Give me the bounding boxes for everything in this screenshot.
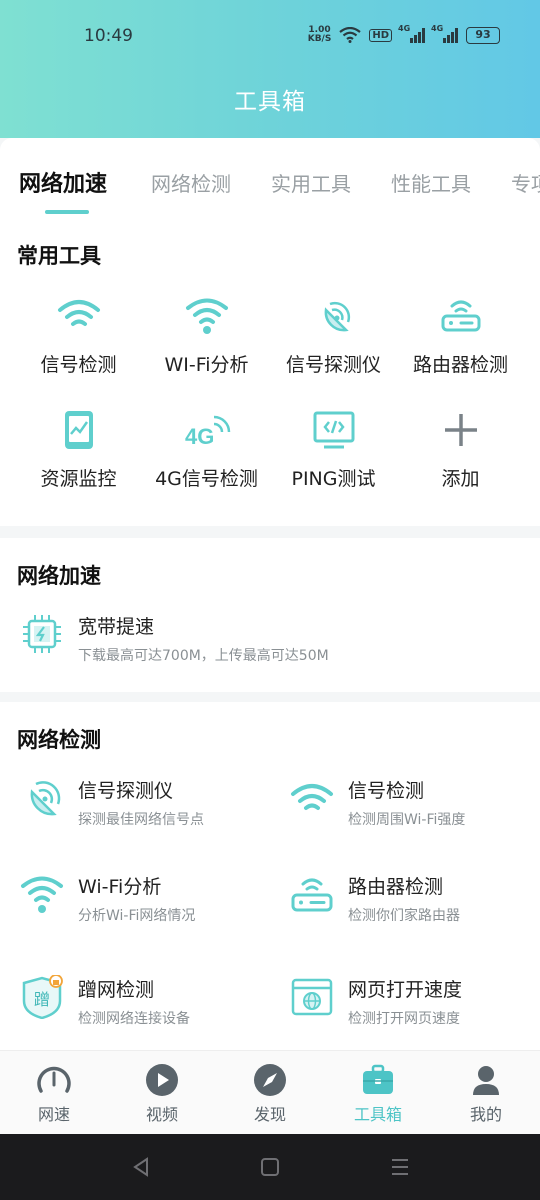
network-speed: 1.00 KB/S — [307, 25, 332, 44]
signal-1-icon: 4G — [398, 24, 425, 43]
toolbox-icon — [363, 1064, 393, 1094]
tool-label: 添加 — [441, 468, 480, 490]
category-tabs: 网络加速 网络检测 实用工具 性能工具 专项 — [0, 138, 540, 224]
tool-label: 4G信号检测 — [155, 468, 258, 490]
tool-resource-monitor[interactable]: 资源监控 — [11, 410, 146, 491]
tab-performance-tools[interactable]: 性能工具 — [391, 168, 471, 197]
section-title-common-tools: 常用工具 — [17, 244, 101, 268]
freeloader-shield-icon: 蹭 — [22, 975, 63, 1019]
user-icon — [473, 1066, 499, 1095]
nav-speed[interactable]: 网速 — [0, 1063, 108, 1125]
tool-4g-signal[interactable]: 4G 4G信号检测 — [139, 410, 274, 491]
router-icon — [441, 300, 480, 332]
speedometer-icon — [37, 1066, 71, 1093]
section-title-acceleration: 网络加速 — [17, 564, 101, 588]
item-subtitle: 检测你们家路由器 — [348, 908, 460, 924]
tool-add[interactable]: 添加 — [393, 410, 528, 491]
code-monitor-icon — [313, 411, 354, 449]
item-title: 信号探测仪 — [78, 780, 174, 802]
common-tools-card: 常用工具 信号检测 WI-Fi分析 信号探测仪 路由器检测 资源监控 4G 4G… — [0, 224, 540, 526]
broadband-boost-item[interactable]: 宽带提速 下载最高可达700M，上传最高可达50M — [20, 612, 329, 665]
item-title: 蹭网检测 — [78, 979, 155, 1001]
acceleration-card: 网络加速 宽带提速 下载最高可达700M，上传最高可达50M — [0, 538, 540, 692]
tool-ping-test[interactable]: PING测试 — [266, 410, 401, 491]
tool-label: WI-Fi分析 — [164, 354, 249, 376]
wifi-icon — [291, 784, 333, 810]
item-subtitle: 下载最高可达700M，上传最高可达50M — [78, 648, 329, 664]
item-subtitle: 检测周围Wi-Fi强度 — [348, 812, 466, 828]
item-title: Wi-Fi分析 — [78, 876, 162, 898]
back-icon[interactable] — [130, 1156, 152, 1178]
hd-badge: HD — [369, 28, 392, 42]
svg-text:4G: 4G — [185, 424, 214, 449]
tool-router-detect[interactable]: 路由器检测 — [393, 296, 528, 377]
system-navigation-bar — [0, 1134, 540, 1200]
play-icon — [146, 1064, 178, 1096]
wifi-status-icon — [339, 27, 362, 43]
detection-card: 网络检测 信号探测仪 探测最佳网络信号点 信号检测 检测周围Wi-Fi强度 Wi… — [0, 702, 540, 1050]
item-title: 信号检测 — [348, 780, 425, 802]
tool-signal-radar[interactable]: 信号探测仪 — [266, 296, 401, 377]
detect-item-page-speed[interactable]: 网页打开速度 检测打开网页速度 — [290, 975, 462, 1028]
compass-icon — [254, 1064, 286, 1096]
detect-item-wifi-analyze[interactable]: Wi-Fi分析 分析Wi-Fi网络情况 — [20, 872, 195, 925]
tool-label: 路由器检测 — [412, 354, 508, 376]
app-header: 10:49 1.00 KB/S HD 4G 4G 93 工具箱 — [0, 0, 540, 138]
status-time: 10:49 — [84, 26, 133, 46]
item-subtitle: 分析Wi-Fi网络情况 — [78, 908, 196, 924]
nav-video[interactable]: 视频 — [108, 1063, 216, 1125]
bottom-navigation: 网速 视频 发现 工具箱 我的 — [0, 1050, 540, 1134]
detect-item-signal[interactable]: 信号检测 检测周围Wi-Fi强度 — [290, 776, 465, 829]
tab-utility-tools[interactable]: 实用工具 — [271, 168, 351, 197]
item-title: 路由器检测 — [348, 876, 444, 898]
item-subtitle: 探测最佳网络信号点 — [78, 812, 204, 828]
status-icons: 1.00 KB/S HD 4G 4G 93 — [307, 24, 500, 44]
tab-special[interactable]: 专项 — [511, 168, 540, 197]
chip-icon — [23, 615, 61, 653]
svg-text:蹭: 蹭 — [34, 990, 50, 1009]
battery-indicator: 93 — [466, 26, 500, 44]
item-subtitle: 检测网络连接设备 — [78, 1011, 190, 1027]
detect-item-radar[interactable]: 信号探测仪 探测最佳网络信号点 — [20, 776, 204, 829]
tab-network-acceleration[interactable]: 网络加速 — [19, 166, 107, 198]
signal-2-icon: 4G — [431, 24, 458, 43]
wifi-icon — [57, 300, 100, 326]
tool-label: 信号探测仪 — [285, 354, 381, 376]
nav-profile[interactable]: 我的 — [432, 1063, 540, 1125]
tablet-monitor-icon — [64, 411, 93, 449]
home-icon[interactable] — [259, 1156, 281, 1178]
radar-icon — [324, 301, 350, 332]
item-title: 宽带提速 — [78, 616, 155, 638]
detect-item-freeloader[interactable]: 蹭 蹭网检测 检测网络连接设备 — [20, 975, 190, 1028]
tool-signal-detect[interactable]: 信号检测 — [11, 296, 146, 377]
wifi-analyze-icon — [185, 298, 228, 334]
nav-toolbox[interactable]: 工具箱 — [324, 1063, 432, 1125]
tool-label: 资源监控 — [40, 468, 117, 490]
router-icon — [291, 878, 333, 912]
tool-label: PING测试 — [291, 468, 376, 490]
nav-discover[interactable]: 发现 — [216, 1063, 324, 1125]
tool-label: 信号检测 — [40, 354, 117, 376]
page-title: 工具箱 — [234, 89, 306, 115]
4g-signal-icon: 4G — [185, 415, 230, 449]
tab-network-detection[interactable]: 网络检测 — [151, 168, 231, 197]
wifi-analyze-icon — [21, 876, 63, 913]
radar-icon — [30, 781, 61, 816]
item-title: 网页打开速度 — [348, 979, 463, 1001]
item-subtitle: 检测打开网页速度 — [348, 1011, 460, 1027]
plus-icon — [444, 414, 477, 446]
browser-globe-icon — [291, 978, 333, 1016]
detect-item-router[interactable]: 路由器检测 检测你们家路由器 — [290, 872, 460, 925]
tool-wifi-analyze[interactable]: WI-Fi分析 — [139, 296, 274, 377]
active-tab-indicator — [45, 210, 89, 214]
recents-icon[interactable] — [389, 1156, 411, 1178]
section-title-detection: 网络检测 — [17, 728, 101, 752]
